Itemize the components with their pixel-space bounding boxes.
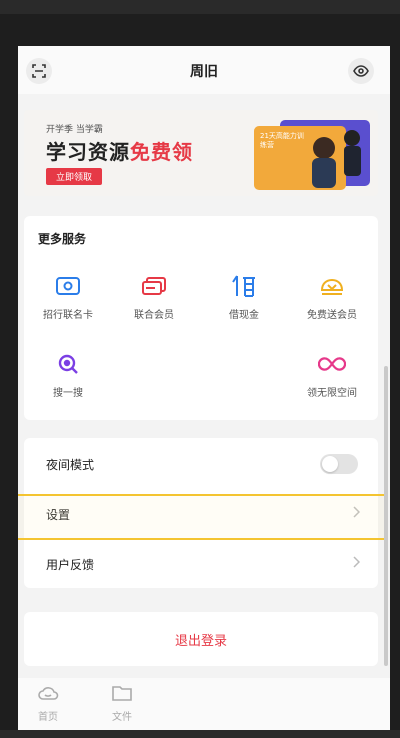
- borrow-icon: [230, 272, 258, 300]
- bank-card-icon: [54, 272, 82, 300]
- banner-small-text: 开学季 当学霸: [46, 125, 103, 135]
- night-mode-row: 夜间模式: [24, 440, 378, 488]
- banner-cta-button[interactable]: 立即领取: [46, 168, 103, 185]
- toggle-knob: [322, 456, 338, 472]
- night-mode-toggle[interactable]: [320, 454, 358, 474]
- tab-home[interactable]: 首页: [18, 684, 78, 723]
- page-title: 周旧: [190, 64, 218, 80]
- night-mode-label: 夜间模式: [46, 458, 95, 472]
- feedback-row[interactable]: 用户反馈: [24, 540, 378, 588]
- banner-headline: 学习资源免费领: [46, 140, 193, 164]
- app-screen: 周旧 开学季 当学霸 学习资源免费领 立即领取 21天高能力训练营 更多服务 招…: [18, 46, 390, 730]
- tab-files[interactable]: 文件: [92, 684, 152, 723]
- cloud-icon: [38, 687, 59, 700]
- infinity-icon: [318, 350, 346, 378]
- scrollbar[interactable]: [384, 366, 388, 666]
- view-button[interactable]: [348, 58, 374, 84]
- nav-bar: [0, 730, 400, 738]
- feedback-label: 用户反馈: [46, 558, 95, 572]
- logout-button[interactable]: 退出登录: [24, 630, 378, 649]
- service-borrow-cash[interactable]: 借现金: [204, 272, 284, 321]
- service-free-member[interactable]: 免费送会员: [292, 272, 372, 321]
- settings-highlight: [18, 494, 386, 540]
- bottom-tab-bar: 首页 文件: [18, 678, 390, 730]
- more-services-card: 更多服务 招行联名卡 联合会员 借现金 免费送会员 搜一搜 领无限空间: [24, 216, 378, 420]
- services-title: 更多服务: [38, 232, 87, 246]
- gift-member-icon: [318, 272, 346, 300]
- chevron-right-icon: [353, 556, 360, 568]
- member-card-icon: [140, 272, 168, 300]
- service-bank-card[interactable]: 招行联名卡: [28, 272, 108, 321]
- service-search[interactable]: 搜一搜: [28, 350, 108, 399]
- banner-promo-image: [254, 120, 370, 190]
- search-icon: [54, 350, 82, 378]
- folder-icon: [112, 686, 132, 701]
- promo-banner[interactable]: 开学季 当学霸 学习资源免费领 立即领取 21天高能力训练营: [24, 110, 378, 196]
- service-joint-member[interactable]: 联合会员: [114, 272, 194, 321]
- status-bar: [0, 0, 400, 14]
- banner-card-text: 21天高能力训练营: [260, 132, 304, 149]
- header: 周旧: [18, 46, 390, 94]
- eye-icon: [353, 65, 369, 77]
- logout-card[interactable]: 退出登录: [24, 612, 378, 666]
- service-unlimited-space[interactable]: 领无限空间: [292, 350, 372, 399]
